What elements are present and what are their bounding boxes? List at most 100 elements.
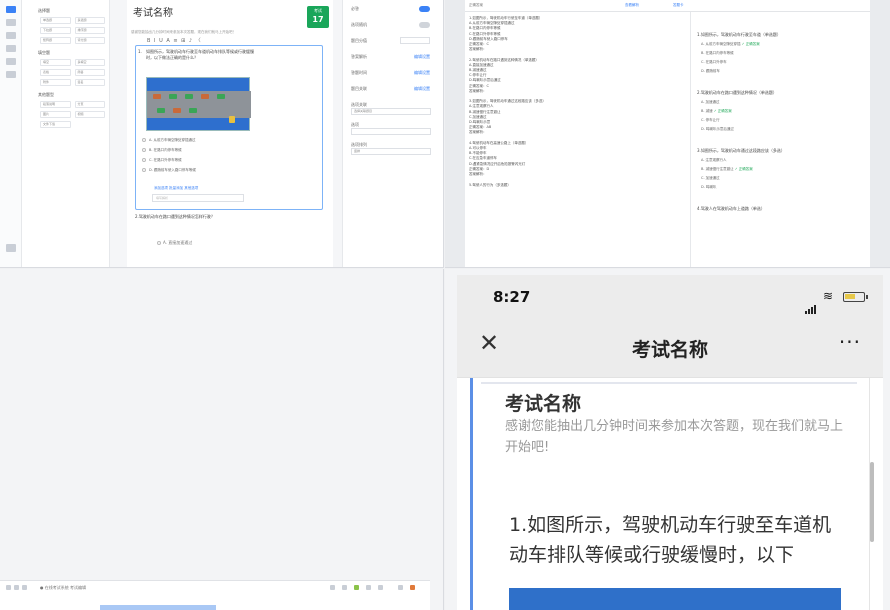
- property-link[interactable]: 编辑设置: [414, 70, 430, 76]
- exam-title[interactable]: 考试名称: [133, 4, 173, 19]
- property-link[interactable]: 编辑设置: [414, 54, 430, 60]
- property-row: 选项: [351, 122, 436, 142]
- question-type-button[interactable]: 图片: [40, 111, 71, 118]
- option-item[interactable]: D. 跟随前车驶入路口停车等候: [142, 168, 196, 173]
- answer-card-option[interactable]: D. 鸣喇叭: [701, 185, 867, 190]
- extension-icon[interactable]: [378, 585, 383, 590]
- rich-text-toolbar[interactable]: B I U A ≡ ⊞ ♪ 〈: [147, 37, 202, 44]
- extension-icon[interactable]: [330, 585, 335, 590]
- question-2-text[interactable]: 2.驾驶机动车在路口遇到这种情况怎样行驶？: [135, 214, 265, 220]
- answer-card-option[interactable]: A. 从前方车辆空隙处穿插 ✓ 正确答案: [701, 42, 867, 47]
- profile-icon[interactable]: [410, 585, 415, 590]
- question-text: 1.如图所示，驾驶机动车行驶至车道机动车排队等候或行驶缓慢时，以下: [509, 514, 832, 566]
- sheet-tab-1[interactable]: 查看解析: [625, 3, 639, 8]
- sidebar-section-title: 填空题: [38, 50, 50, 55]
- help-icon[interactable]: [6, 244, 16, 252]
- question-type-button[interactable]: 矩阵题: [40, 37, 71, 44]
- question-type-button[interactable]: 填空: [40, 59, 71, 66]
- car-graphic: [153, 94, 161, 99]
- analysis-input[interactable]: 填写解析: [152, 194, 244, 202]
- property-input[interactable]: [400, 37, 430, 44]
- exam-description[interactable]: 感谢您能抽出几分钟时间来参加本次答题，现在我们就马上开始吧！: [131, 30, 236, 35]
- question-card-selected[interactable]: 1. 如图所示，驾驶机动车行驶至车道机动车排队等候或行驶缓慢时，以下做法正确的是…: [135, 45, 323, 210]
- property-row: 答题时间 编辑设置: [351, 70, 436, 86]
- option-item[interactable]: C. 在路口外停车等候: [142, 158, 182, 163]
- option-item[interactable]: A. 从前方车辆空隙处穿插通过: [142, 138, 196, 143]
- property-toggle[interactable]: [419, 6, 430, 12]
- answer-card-option-label: A. 加速通过: [701, 100, 720, 104]
- phone-screen: 8:27 ≋ ✕ 考试名称 ··· 考试名称 感谢您能抽出几分钟时间来参加本次答…: [457, 275, 883, 610]
- question-type-button[interactable]: 下拉题: [40, 27, 71, 34]
- address-bar[interactable]: ● 在线考试系统 考试编辑: [40, 585, 86, 591]
- survey-editor-panel: 选择题 单选题 多选题 下拉题 排序题 矩阵题 评分题 填空题 填空 多填空 表格 简答 附件 签名 其他题…: [0, 0, 444, 268]
- extension-icon[interactable]: [366, 585, 371, 590]
- extension-icon[interactable]: [354, 585, 359, 590]
- answer-card-option[interactable]: C. 在路口外停车: [701, 60, 867, 65]
- question-types-icon[interactable]: [5, 6, 16, 13]
- menu-icon[interactable]: [398, 585, 403, 590]
- answer-card-option[interactable]: B. 减速 ✓ 正确答案: [701, 109, 867, 114]
- question-number: 1.: [138, 49, 142, 54]
- question-type-button[interactable]: 签名: [74, 79, 105, 86]
- answer-key-line: 5.驾驶人的行为（多选题）: [469, 182, 511, 187]
- question-text[interactable]: 如图所示，驾驶机动车行驶至车道机动车排队等候或行驶缓慢时，以下做法正确的是什么？: [146, 49, 256, 61]
- question-type-button[interactable]: 多选题: [74, 17, 105, 24]
- browser-toolbar: ● 在线考试系统 考试编辑: [0, 580, 430, 610]
- question-type-button[interactable]: 视频: [74, 111, 105, 118]
- answer-card-question: 1.如图所示，驾驶机动车行驶至车道（单选题）: [697, 32, 781, 37]
- option-item[interactable]: B. 在路口内停车等候: [142, 148, 182, 153]
- question-type-button[interactable]: 表格: [40, 69, 71, 76]
- question-type-button[interactable]: 排序题: [74, 27, 105, 34]
- property-select[interactable]: 选择关联题目: [351, 108, 431, 115]
- property-link[interactable]: 编辑设置: [414, 86, 430, 92]
- add-option-links[interactable]: 添加选项 批量添加 其他选项: [154, 186, 198, 191]
- back-icon[interactable]: [6, 585, 11, 590]
- active-tab-indicator: [100, 605, 216, 610]
- question-properties-panel: 必答 选项随机 题目分值 答案解析 编辑设置 答题时间 编辑设置 题目关联 编辑设置 选项关联 选择…: [342, 0, 443, 267]
- theme-icon[interactable]: [5, 45, 16, 52]
- car-graphic: [189, 108, 197, 113]
- answer-card-option[interactable]: A. 注意观察行人: [701, 158, 867, 163]
- question-type-button[interactable]: 单选题: [40, 17, 71, 24]
- question-bank-icon[interactable]: [5, 32, 16, 39]
- question-type-button[interactable]: 评分题: [74, 37, 105, 44]
- answer-card-option[interactable]: B. 在路口内停车等候: [701, 51, 867, 56]
- question-2-option[interactable]: A. 直接加速通过: [157, 240, 192, 246]
- answer-card-option[interactable]: B. 减速慢行注意避让 ✓ 正确答案: [701, 167, 867, 172]
- question-type-button[interactable]: 简答: [74, 69, 105, 76]
- property-select[interactable]: [351, 128, 431, 135]
- property-toggle[interactable]: [419, 22, 430, 28]
- property-select[interactable]: 竖排: [351, 148, 431, 155]
- answer-card-option[interactable]: D. 跟随前车: [701, 69, 867, 74]
- question-type-button[interactable]: 多填空: [74, 59, 105, 66]
- logic-icon[interactable]: [5, 71, 16, 78]
- wifi-icon: ≋: [822, 289, 833, 303]
- sheet-tab-0[interactable]: 正确答案: [469, 3, 483, 8]
- question-2-option-label: A. 直接加速通过: [163, 240, 193, 245]
- question-type-button[interactable]: 附件: [40, 79, 71, 86]
- extension-icon[interactable]: [342, 585, 347, 590]
- editor-icon-rail: [0, 0, 22, 267]
- question-image[interactable]: [146, 77, 251, 131]
- question-type-button[interactable]: 文件下载: [40, 121, 71, 128]
- car-graphic: [185, 94, 193, 99]
- answer-card-option[interactable]: C. 停车让行: [701, 118, 867, 123]
- more-icon[interactable]: ···: [839, 330, 861, 354]
- answer-card-option[interactable]: A. 加速通过: [701, 100, 867, 105]
- car-graphic: [217, 94, 225, 99]
- settings-icon[interactable]: [5, 58, 16, 65]
- reload-icon[interactable]: [22, 585, 27, 590]
- forward-icon[interactable]: [14, 585, 19, 590]
- answer-card-option[interactable]: C. 加速通过: [701, 176, 867, 181]
- scrollbar[interactable]: [870, 462, 874, 542]
- question-type-button[interactable]: 段落说明: [40, 101, 71, 108]
- sidebar-section-grid: 填空 多填空 表格 简答 附件 签名: [40, 59, 105, 86]
- sheet-tab-2[interactable]: 答题卡: [673, 3, 684, 8]
- outline-icon[interactable]: [5, 19, 16, 26]
- radio-icon: [142, 158, 146, 162]
- editor-canvas: 考试名称 考试 17 感谢您能抽出几分钟时间来参加本次答题，现在我们就马上开始吧…: [110, 0, 342, 267]
- answer-card-question: 2.驾驶机动车在路口遇到这种情况（单选题）: [697, 90, 777, 95]
- question-type-button[interactable]: 分页: [74, 101, 105, 108]
- exam-badge: 考试 17: [307, 6, 329, 28]
- answer-card-option[interactable]: D. 鸣喇叭示意后通过: [701, 127, 867, 132]
